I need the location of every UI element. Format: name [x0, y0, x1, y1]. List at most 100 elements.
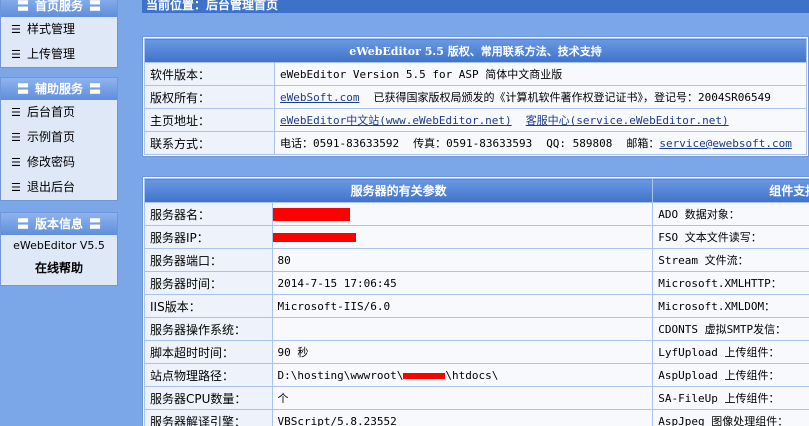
redacted-mark — [273, 233, 356, 242]
script-engine-label: 服务器解译引擎： — [144, 409, 273, 426]
software-version-value: eWebEditor Version 5.5 for ASP 简体中文商业版 — [274, 62, 807, 86]
list-icon: ☰ — [11, 156, 21, 169]
redacted-mark — [273, 208, 350, 221]
table-row: 服务器解译引擎： VBScript/5.8.23552 AspJpeg 图像处理… — [144, 409, 809, 426]
panel-version-info: 〓版本信息〓 eWebEditor V5.5 在线帮助 — [0, 212, 118, 286]
panel-home-services-title: 首页服务 — [34, 0, 83, 13]
table-row: 联系方式： 电话：0591-83633592 传真：0591-83633593 QQ… — [144, 131, 807, 155]
sidebar-item-demo-home[interactable]: ☰ 示例首页 — [1, 125, 117, 150]
panel-version-info-title: 版本信息 — [34, 217, 83, 231]
component-label: ADO 数据对象： — [652, 202, 809, 226]
server-os-label: 服务器操作系统： — [144, 317, 273, 341]
server-os-value — [271, 317, 654, 341]
version-text: eWebEditor V5.5 — [13, 239, 105, 252]
table-row: 服务器名： ADO 数据对象： — [144, 202, 809, 226]
table-row: 服务器IP： FSO 文本文件读写： — [144, 225, 809, 249]
cpu-count-label: 服务器CPU数量： — [144, 386, 273, 410]
sidebar-item-label: 示例首页 — [27, 130, 76, 144]
panel-aux-services: 〓辅助服务〓 ☰ 后台首页 ☰ 示例首页 ☰ 修改密码 ☰ 退出后台 — [0, 77, 118, 201]
eq-left-icon: 〓 — [16, 217, 29, 231]
panel-version-info-header: 〓版本信息〓 — [1, 213, 117, 235]
email-label: 邮箱： — [626, 137, 660, 150]
server-params-table: 服务器的有关参数 组件支持 服务器名： ADO 数据对象： 服务器IP： FSO… — [142, 176, 809, 426]
site-path-prefix: D:\hosting\wwwroot\ — [277, 368, 404, 382]
homepage-label: 主页地址： — [144, 108, 275, 132]
component-label: AspJpeg 图像处理组件： — [652, 409, 809, 426]
sidebar-item-label: 退出后台 — [27, 180, 76, 194]
site-path-label: 站点物理路径： — [144, 363, 273, 387]
server-time-label: 服务器时间： — [144, 271, 273, 295]
sidebar-item-label: 上传管理 — [27, 47, 76, 61]
panel-home-services: 〓首页服务〓 ☰ 样式管理 ☰ 上传管理 — [0, 0, 118, 68]
list-icon: ☰ — [11, 106, 21, 119]
software-version-label: 软件版本： — [144, 62, 275, 86]
cpu-count-value: 个 — [271, 386, 654, 410]
location-bar: 当前位置：后台管理首页 — [142, 0, 809, 13]
server-params-header: 服务器的有关参数 — [143, 178, 654, 203]
table-row: 服务器CPU数量： 个 SA-FileUp 上传组件： — [144, 386, 809, 410]
script-timeout-label: 脚本超时时间： — [144, 340, 273, 364]
version-info-table: eWebEditor 5.5 版权、常用联系方法、技术支持 软件版本： eWeb… — [142, 36, 809, 157]
sidebar-item-upload-manage[interactable]: ☰ 上传管理 — [1, 42, 117, 67]
ewebeditor-site-link[interactable]: eWebEditor中文站(www.eWebEditor.net) — [280, 114, 512, 127]
list-icon: ☰ — [11, 48, 21, 61]
table-row: 站点物理路径： D:\hosting\wwwroot\ \htdocs\ AspU… — [144, 363, 809, 387]
eq-right-icon: 〓 — [89, 217, 102, 231]
panel-aux-services-title: 辅助服务 — [34, 82, 83, 96]
contact-label: 联系方式： — [144, 131, 275, 155]
list-icon: ☰ — [11, 23, 21, 36]
table-row: 主页地址： eWebEditor中文站(www.eWebEditor.net) 客… — [144, 108, 807, 132]
table-row: 脚本超时时间： 90 秒 LyfUpload 上传组件： — [144, 340, 809, 364]
list-icon: ☰ — [11, 181, 21, 194]
qq-text: QQ: 589808 — [546, 137, 613, 150]
sidebar-item-label: 修改密码 — [27, 155, 76, 169]
component-label: AspUpload 上传组件： — [652, 363, 809, 387]
eq-right-icon: 〓 — [89, 0, 102, 13]
email-link[interactable]: service@ewebsoft.com — [659, 137, 791, 150]
table-row: 软件版本： eWebEditor Version 5.5 for ASP 简体中… — [144, 62, 807, 86]
table-row: 版权所有： eWebSoft.com 已获得国家版权局颁发的《计算机软件著作权登记… — [144, 85, 807, 109]
panel-home-services-header: 〓首页服务〓 — [1, 0, 117, 17]
ewebsoft-link[interactable]: eWebSoft.com — [280, 91, 359, 104]
table-row: 服务器端口： 80 Stream 文件流： — [144, 248, 809, 272]
site-path-suffix: \htdocs\ — [445, 368, 499, 382]
sidebar-item-logout[interactable]: ☰ 退出后台 — [1, 175, 117, 200]
component-label: SA-FileUp 上传组件： — [652, 386, 809, 410]
iis-version-label: IIS版本： — [144, 294, 273, 318]
panel-aux-services-header: 〓辅助服务〓 — [1, 78, 117, 100]
list-icon: ☰ — [11, 131, 21, 144]
sidebar-item-change-password[interactable]: ☰ 修改密码 — [1, 150, 117, 175]
component-label: CDONTS 虚拟SMTP发信： — [652, 317, 809, 341]
component-label: Microsoft.XMLDOM： — [652, 294, 809, 318]
server-ip-label: 服务器IP： — [144, 225, 273, 249]
service-center-link[interactable]: 客服中心(service.eWebEditor.net) — [526, 114, 729, 127]
component-label: Microsoft.XMLHTTP： — [652, 271, 809, 295]
server-port-value: 80 — [271, 248, 654, 272]
sidebar-item-admin-home[interactable]: ☰ 后台首页 — [1, 100, 117, 125]
server-time-value: 2014-7-15 17:06:45 — [271, 271, 654, 295]
table-row: 服务器时间： 2014-7-15 17:06:45 Microsoft.XMLH… — [144, 271, 809, 295]
server-name-label: 服务器名： — [144, 202, 273, 226]
component-label: LyfUpload 上传组件： — [652, 340, 809, 364]
redacted-mark — [403, 372, 446, 379]
sidebar-item-style-manage[interactable]: ☰ 样式管理 — [1, 17, 117, 42]
copyright-text: 已获得国家版权局颁发的《计算机软件著作权登记证书》，登记号：2004SR0654… — [373, 91, 771, 104]
server-port-label: 服务器端口： — [144, 248, 273, 272]
version-table-title: eWebEditor 5.5 版权、常用联系方法、技术支持 — [144, 38, 807, 63]
component-label: Stream 文件流： — [652, 248, 809, 272]
eq-left-icon: 〓 — [16, 82, 29, 96]
component-label: FSO 文本文件读写： — [652, 225, 809, 249]
sidebar-item-label: 样式管理 — [27, 22, 76, 36]
iis-version-value: Microsoft-IIS/6.0 — [271, 294, 654, 318]
script-engine-value: VBScript/5.8.23552 — [271, 409, 654, 426]
eq-left-icon: 〓 — [16, 0, 29, 13]
table-row: IIS版本： Microsoft-IIS/6.0 Microsoft.XMLDO… — [144, 294, 809, 318]
component-support-header: 组件支持 — [652, 178, 809, 203]
table-row: 服务器操作系统： CDONTS 虚拟SMTP发信： — [144, 317, 809, 341]
eq-right-icon: 〓 — [89, 82, 102, 96]
fax-text: 传真：0591-83633593 — [413, 137, 533, 150]
script-timeout-value: 90 秒 — [271, 340, 654, 364]
phone-text: 电话：0591-83633592 — [280, 137, 400, 150]
online-help-link[interactable]: 在线帮助 — [1, 257, 117, 279]
sidebar-item-label: 后台首页 — [27, 105, 76, 119]
